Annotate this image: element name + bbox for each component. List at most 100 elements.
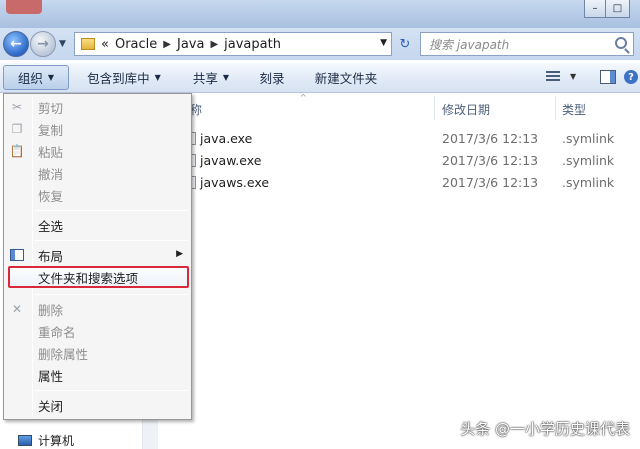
menu-item-properties[interactable]: 属性: [4, 364, 191, 386]
menu-item-label: 粘贴: [38, 144, 64, 160]
column-modified-label: 修改日期: [442, 102, 491, 117]
back-arrow-icon: ←: [10, 36, 22, 52]
command-bar: 组织 ▼ 包含到库中 ▼ 共享 ▼ 刻录 新建文件夹 ▼ ?: [0, 63, 640, 93]
breadcrumb-oracle[interactable]: Oracle: [115, 37, 157, 52]
file-name: java.exe: [200, 130, 253, 146]
menu-separator: [34, 390, 188, 391]
menu-item-cut[interactable]: ✂ 剪切: [4, 96, 191, 118]
column-divider[interactable]: [555, 96, 556, 120]
table-row[interactable]: java.exe: [186, 128, 252, 148]
menu-item-redo[interactable]: 恢复: [4, 184, 191, 206]
file-name: javaw.exe: [200, 152, 262, 168]
organize-menu: ✂ 剪切 ❐ 复制 📋 粘贴 撤消 恢复 全选 布局 ▶ 文件夹和搜索选项 ✕ …: [3, 93, 192, 420]
minimize-button[interactable]: –: [584, 0, 606, 18]
table-row[interactable]: javaws.exe: [186, 172, 269, 192]
menu-item-label: 撤消: [38, 166, 64, 182]
new-folder-button[interactable]: 新建文件夹: [304, 65, 388, 90]
file-modified: 2017/3/6 12:13: [442, 152, 539, 168]
sidebar-item-label: 计算机: [38, 434, 75, 448]
column-header-modified[interactable]: 修改日期: [442, 98, 490, 120]
forward-arrow-icon: →: [37, 36, 49, 52]
navigation-bar: ← → ▼ « Oracle ▶ Java ▶ javapath ▼ ↻ 搜索 …: [0, 28, 640, 60]
refresh-icon: ↻: [399, 36, 411, 52]
include-in-library-button[interactable]: 包含到库中 ▼: [78, 65, 170, 90]
delete-x-icon: ✕: [11, 302, 23, 316]
organize-button[interactable]: 组织 ▼: [3, 65, 69, 90]
menu-item-close[interactable]: 关闭: [4, 394, 191, 416]
maximize-button[interactable]: □: [606, 0, 630, 18]
file-modified: 2017/3/6 12:13: [442, 130, 539, 146]
menu-item-rename[interactable]: 重命名: [4, 320, 191, 342]
computer-icon: [18, 435, 32, 446]
menu-item-undo[interactable]: 撤消: [4, 162, 191, 184]
menu-item-label: 删除: [38, 302, 64, 318]
refresh-button[interactable]: ↻: [394, 33, 416, 55]
menu-item-label: 恢复: [38, 188, 64, 204]
menu-separator: [34, 210, 188, 211]
burn-label: 刻录: [259, 71, 285, 86]
menu-item-label: 全选: [38, 218, 64, 234]
recent-pages-dropdown[interactable]: ▼: [59, 39, 66, 49]
paste-icon: 📋: [9, 144, 25, 158]
search-input[interactable]: 搜索 javapath: [420, 32, 634, 56]
submenu-arrow-icon: ▶: [176, 249, 183, 259]
breadcrumb-separator-icon[interactable]: ▶: [163, 39, 171, 50]
maximize-icon: □: [612, 3, 623, 14]
menu-separator: [34, 294, 188, 295]
breadcrumb-overflow[interactable]: «: [101, 37, 109, 52]
menu-item-label: 重命名: [38, 324, 76, 340]
help-icon[interactable]: ?: [624, 70, 638, 84]
breadcrumb-java[interactable]: Java: [177, 37, 204, 52]
menu-item-label: 布局: [38, 248, 64, 264]
menu-item-label: 文件夹和搜索选项: [38, 270, 139, 286]
menu-item-remove-properties[interactable]: 删除属性: [4, 342, 191, 364]
share-label: 共享: [192, 71, 218, 86]
table-row[interactable]: javaw.exe: [186, 150, 261, 170]
organize-label: 组织: [17, 71, 43, 86]
view-chevron-down-icon[interactable]: ▼: [570, 72, 576, 81]
preview-pane-icon[interactable]: [600, 70, 616, 84]
sidebar-item-computer[interactable]: 计算机: [18, 432, 74, 449]
burn-button[interactable]: 刻录: [250, 65, 294, 90]
menu-item-delete[interactable]: ✕ 删除: [4, 298, 191, 320]
column-divider[interactable]: [434, 96, 435, 120]
address-bar[interactable]: « Oracle ▶ Java ▶ javapath ▼: [74, 32, 392, 56]
file-name: javaws.exe: [200, 174, 270, 190]
chevron-down-icon: ▼: [47, 73, 55, 82]
menu-item-copy[interactable]: ❐ 复制: [4, 118, 191, 140]
menu-item-label: 剪切: [38, 100, 64, 116]
app-icon-fragment: [6, 0, 42, 14]
breadcrumb-separator-icon[interactable]: ▶: [210, 39, 218, 50]
view-options-icon[interactable]: [546, 71, 560, 83]
copy-icon: ❐: [11, 122, 23, 136]
share-button[interactable]: 共享 ▼: [182, 65, 240, 90]
watermark: 头条 @一小学历史课代表: [460, 420, 630, 438]
menu-separator: [34, 240, 188, 241]
menu-item-label: 删除属性: [38, 346, 89, 362]
include-in-library-label: 包含到库中: [87, 71, 150, 86]
forward-button[interactable]: →: [30, 31, 56, 57]
scissors-icon: ✂: [11, 100, 23, 114]
sort-ascending-icon: ^: [300, 93, 307, 102]
menu-item-layout[interactable]: 布局 ▶: [4, 244, 191, 266]
search-icon: [615, 37, 627, 49]
back-button[interactable]: ←: [3, 31, 29, 57]
menu-item-label: 关闭: [38, 398, 64, 414]
title-bar: – □: [0, 0, 640, 28]
column-header-type[interactable]: 类型: [562, 98, 586, 120]
menu-item-label: 属性: [38, 368, 64, 384]
folder-icon: [81, 38, 95, 50]
menu-item-select-all[interactable]: 全选: [4, 214, 191, 236]
menu-item-label: 复制: [38, 122, 64, 138]
file-type: .symlink: [562, 130, 615, 146]
breadcrumb-javapath[interactable]: javapath: [224, 37, 281, 52]
new-folder-label: 新建文件夹: [314, 71, 378, 86]
menu-item-folder-and-search-options[interactable]: 文件夹和搜索选项: [8, 266, 189, 288]
menu-item-paste[interactable]: 📋 粘贴: [4, 140, 191, 162]
chevron-down-icon: ▼: [222, 73, 230, 82]
search-placeholder: 搜索 javapath: [429, 37, 510, 52]
column-type-label: 类型: [562, 102, 587, 117]
file-modified: 2017/3/6 12:13: [442, 174, 539, 190]
address-dropdown-icon[interactable]: ▼: [380, 38, 387, 48]
chevron-down-icon: ▼: [154, 73, 161, 82]
